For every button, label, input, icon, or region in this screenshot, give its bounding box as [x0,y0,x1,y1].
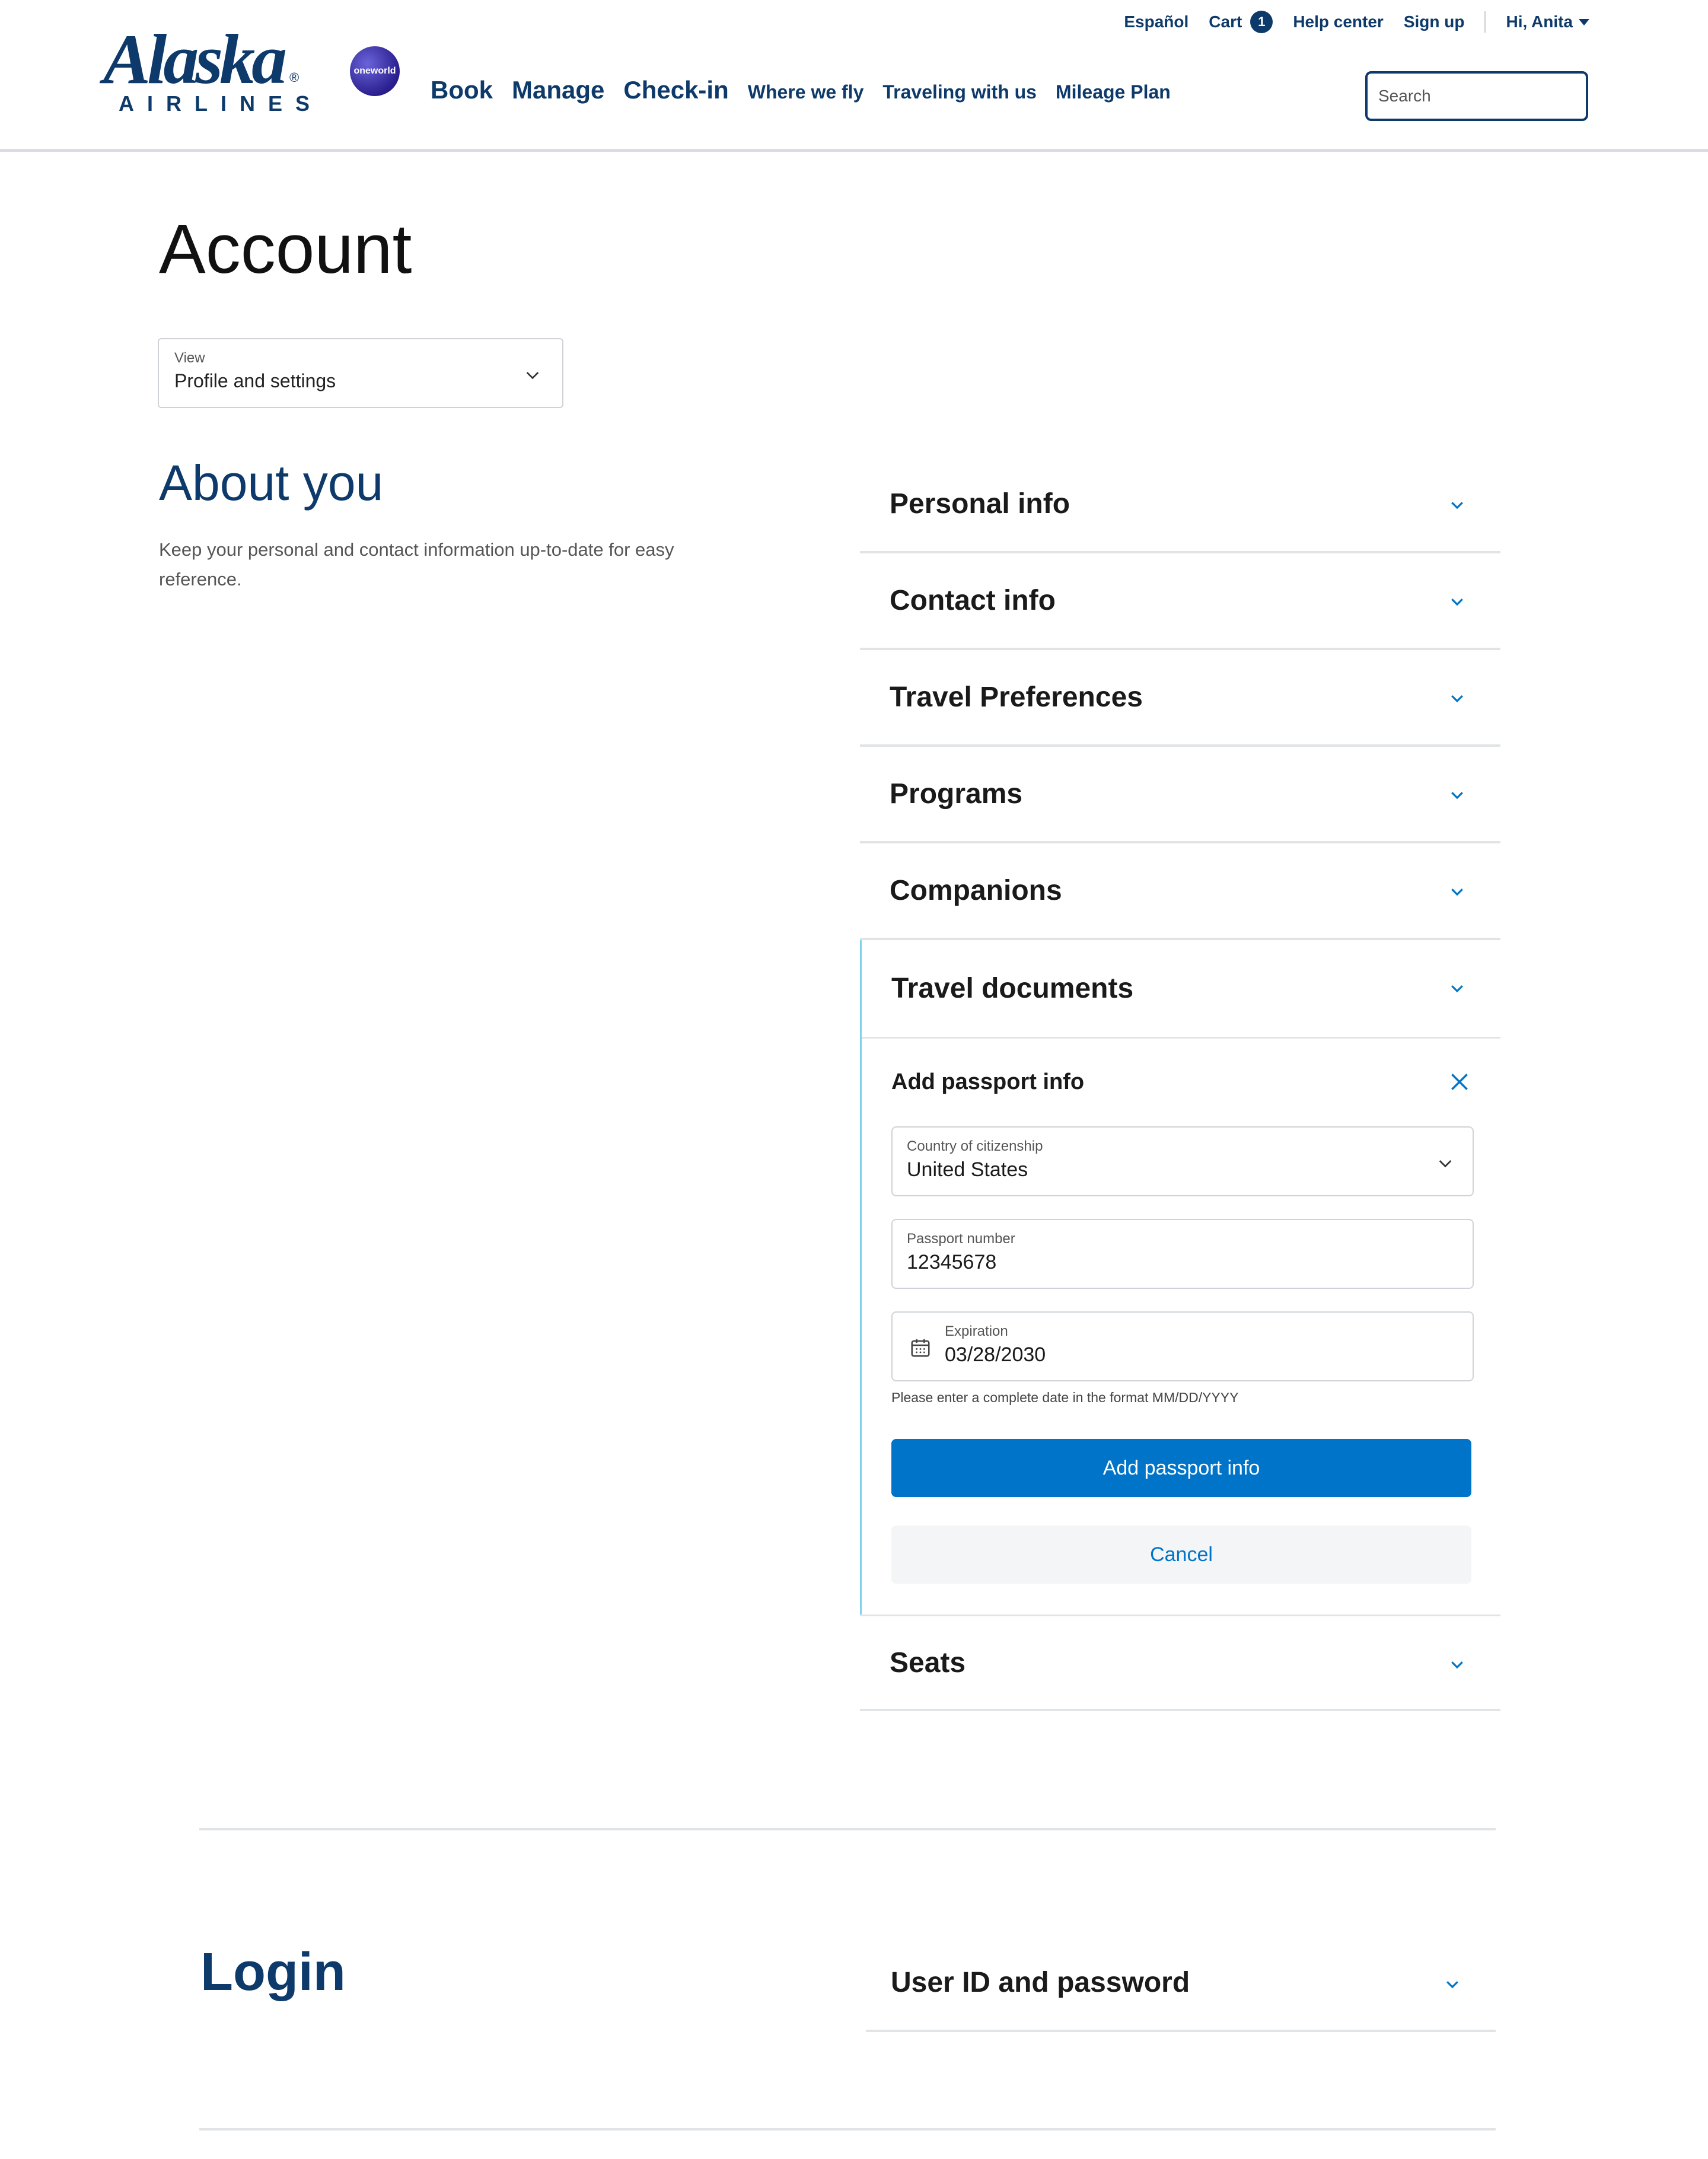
login-heading: Login [200,1943,346,2002]
oneworld-logo[interactable]: oneworld [350,46,400,96]
logo-registered-mark: ® [289,70,299,85]
search-input[interactable] [1378,87,1592,106]
view-select[interactable]: View Profile and settings [158,338,563,408]
add-passport-form: Add passport info Country of citizenship… [862,1039,1500,1615]
view-select-label: View [174,350,205,366]
accordion-programs[interactable]: Programs [860,747,1500,843]
greeting-label: Hi, Anita [1506,12,1573,31]
nav-book[interactable]: Book [431,76,493,104]
utility-divider [1484,11,1486,33]
accordion-travel-documents-panel: Travel documents Add passport info Count… [860,940,1500,1615]
close-icon[interactable] [1448,1071,1471,1093]
language-link[interactable]: Español [1124,12,1188,31]
accordion-user-id-and-password[interactable]: User ID and password [866,1935,1496,2032]
sign-up-link[interactable]: Sign up [1404,12,1465,31]
cart-label: Cart [1209,12,1242,31]
accordion-travel-documents[interactable]: Travel documents [862,940,1500,1039]
nav-mileage-plan[interactable]: Mileage Plan [1056,81,1171,103]
chevron-down-icon [1451,889,1463,896]
logo-subtitle: AIRLINES [119,91,323,116]
chevron-down-icon [1439,1160,1452,1168]
accordion-label: Travel Preferences [890,682,1143,713]
chevron-down-icon [1451,502,1463,510]
passport-number-field[interactable]: Passport number 12345678 [891,1219,1474,1289]
alaska-airlines-logo[interactable]: Alaska ® AIRLINES [103,20,310,122]
expiration-date-field[interactable]: Expiration 03/28/2030 [891,1311,1474,1381]
caret-down-icon [1579,18,1589,26]
account-menu[interactable]: Hi, Anita [1506,12,1589,31]
field-value: 12345678 [907,1251,997,1273]
cart-count-badge: 1 [1250,11,1273,33]
passport-form-header: Add passport info [891,1067,1471,1097]
chevron-down-icon [1451,598,1463,606]
profile-accordion: Personal info Contact info Travel Prefer… [860,457,1500,1711]
accordion-label: Companions [890,875,1062,906]
nav-manage[interactable]: Manage [512,76,604,104]
section-divider [199,2128,1496,2131]
nav-where-we-fly[interactable]: Where we fly [748,81,864,103]
chevron-down-icon [1451,1661,1463,1669]
field-label: Country of citizenship [907,1138,1043,1154]
field-value: United States [907,1158,1028,1181]
page: Alaska ® AIRLINES oneworld Español Cart … [0,0,1708,2159]
nav-traveling-with-us[interactable]: Traveling with us [882,81,1037,103]
about-you-heading: About you [159,455,384,511]
accordion-label: Contact info [890,585,1056,616]
accordion-contact-info[interactable]: Contact info [860,553,1500,650]
date-format-hint: Please enter a complete date in the form… [891,1390,1239,1405]
page-title: Account [159,210,412,288]
logo-wordmark: Alaska [103,20,287,98]
utility-nav: Español Cart 1 Help center Sign up Hi, A… [1124,11,1589,33]
about-you-description: Keep your personal and contact informati… [159,539,674,590]
accordion-travel-preferences[interactable]: Travel Preferences [860,650,1500,747]
cart-link[interactable]: Cart 1 [1209,11,1273,33]
chevron-down-icon [526,372,539,380]
accordion-label: User ID and password [891,1966,1190,1998]
country-of-citizenship-select[interactable]: Country of citizenship United States [891,1126,1474,1196]
site-header: Alaska ® AIRLINES oneworld Español Cart … [0,0,1708,152]
accordion-personal-info[interactable]: Personal info [860,457,1500,553]
chevron-down-icon [1451,695,1463,703]
field-value: 03/28/2030 [945,1343,1046,1366]
accordion-label: Seats [890,1647,966,1679]
nav-checkin[interactable]: Check-in [623,76,728,104]
chevron-down-icon [1451,792,1463,800]
calendar-icon[interactable] [909,1336,932,1359]
help-center-link[interactable]: Help center [1293,12,1384,31]
search-box [1365,71,1592,121]
chevron-down-icon [1451,985,1463,993]
chevron-down-icon [1446,1981,1458,1989]
accordion-label: Travel documents [891,973,1134,1004]
main-nav: Book Manage Check-in Where we fly Travel… [431,76,1171,104]
accordion-seats[interactable]: Seats [860,1615,1500,1711]
section-divider [199,1828,1496,1830]
login-accordion: User ID and password [866,1935,1496,2032]
view-select-value: Profile and settings [174,370,336,391]
accordion-label: Programs [890,778,1023,810]
cancel-button[interactable]: Cancel [891,1526,1471,1584]
passport-form-heading: Add passport info [891,1069,1085,1094]
field-label: Expiration [945,1323,1008,1339]
field-label: Passport number [907,1231,1015,1247]
accordion-label: Personal info [890,488,1070,520]
add-passport-info-button[interactable]: Add passport info [891,1439,1471,1497]
accordion-companions[interactable]: Companions [860,843,1500,940]
